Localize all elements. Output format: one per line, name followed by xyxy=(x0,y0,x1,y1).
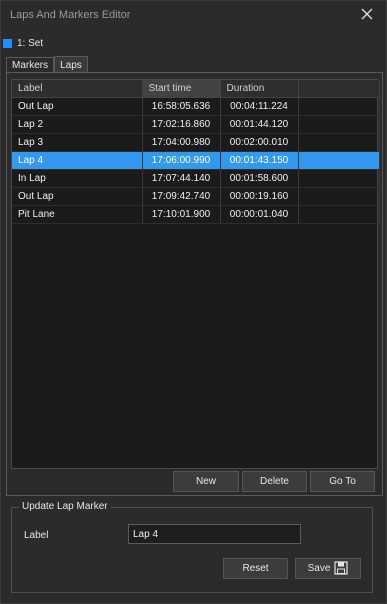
window-title: Laps And Markers Editor xyxy=(10,9,131,21)
cell-label: Lap 2 xyxy=(12,115,143,134)
cell-duration: 00:00:01.040 xyxy=(220,205,299,224)
close-icon[interactable] xyxy=(359,6,375,22)
set-label: 1: Set xyxy=(17,37,44,49)
set-indicator: 1: Set xyxy=(3,37,43,49)
title-bar: Laps And Markers Editor xyxy=(1,1,386,29)
laps-table[interactable]: Label Start time Duration Out Lap 16:58:0… xyxy=(11,79,380,469)
cell-filler xyxy=(298,133,380,152)
cell-label: Lap 4 xyxy=(12,151,143,170)
cell-start-time: 17:06:00.990 xyxy=(142,151,221,170)
cell-label: In Lap xyxy=(12,169,143,188)
cell-label: Out Lap xyxy=(12,187,143,206)
cell-filler xyxy=(298,97,380,116)
new-button[interactable]: New xyxy=(173,471,239,492)
delete-button[interactable]: Delete xyxy=(242,471,307,492)
save-button-label: Save xyxy=(307,563,331,574)
cell-start-time: 16:58:05.636 xyxy=(142,97,221,116)
column-header-duration[interactable]: Duration xyxy=(220,80,299,98)
cell-label: Lap 3 xyxy=(12,133,143,152)
cell-start-time: 17:04:00.980 xyxy=(142,133,221,152)
label-field-caption: Label xyxy=(24,530,49,541)
cell-duration: 00:01:44.120 xyxy=(220,115,299,134)
cell-filler xyxy=(298,187,380,206)
cell-filler xyxy=(298,151,380,170)
cell-start-time: 17:09:42.740 xyxy=(142,187,221,206)
table-row[interactable]: Out Lap 16:58:05.636 00:04:11.224 xyxy=(12,97,380,116)
cell-start-time: 17:10:01.900 xyxy=(142,205,221,224)
set-color-swatch xyxy=(3,38,12,48)
tab-markers[interactable]: Markers xyxy=(6,57,55,73)
cell-duration: 00:00:19.160 xyxy=(220,187,299,206)
group-title: Update Lap Marker xyxy=(19,501,111,512)
table-row[interactable]: Out Lap 17:09:42.740 00:00:19.160 xyxy=(12,187,380,206)
laps-tab-panel: Label Start time Duration Out Lap 16:58:0… xyxy=(6,72,383,496)
cell-start-time: 17:02:16.860 xyxy=(142,115,221,134)
table-row[interactable]: Lap 3 17:04:00.980 00:02:00.010 xyxy=(12,133,380,152)
save-button[interactable]: Save xyxy=(295,558,361,579)
column-header-filler xyxy=(298,80,380,98)
label-field[interactable] xyxy=(128,524,301,544)
cell-duration: 00:01:43.150 xyxy=(220,151,299,170)
cell-label: Out Lap xyxy=(12,97,143,116)
column-header-label[interactable]: Label xyxy=(12,80,143,98)
cell-label: Pit Lane xyxy=(12,205,143,224)
table-row[interactable]: In Lap 17:07:44.140 00:01:58.600 xyxy=(12,169,380,188)
cell-duration: 00:04:11.224 xyxy=(220,97,299,116)
cell-filler xyxy=(298,205,380,224)
reset-button[interactable]: Reset xyxy=(223,558,288,579)
cell-duration: 00:02:00.010 xyxy=(220,133,299,152)
tab-laps[interactable]: Laps xyxy=(54,56,88,73)
cell-start-time: 17:07:44.140 xyxy=(142,169,221,188)
floppy-disk-icon xyxy=(334,561,348,575)
table-header-row: Label Start time Duration xyxy=(12,80,380,98)
cell-duration: 00:01:58.600 xyxy=(220,169,299,188)
tab-strip: Markers Laps xyxy=(6,56,88,73)
go-to-button[interactable]: Go To xyxy=(310,471,375,492)
column-header-start-time[interactable]: Start time xyxy=(142,80,221,98)
update-lap-marker-group: Update Lap Marker Label Reset Save xyxy=(11,501,373,593)
table-row[interactable]: Lap 2 17:02:16.860 00:01:44.120 xyxy=(12,115,380,134)
cell-filler xyxy=(298,169,380,188)
cell-filler xyxy=(298,115,380,134)
laps-markers-editor-window: Laps And Markers Editor 1: Set Markers L… xyxy=(0,0,387,604)
table-row[interactable]: Pit Lane 17:10:01.900 00:00:01.040 xyxy=(12,205,380,224)
table-row[interactable]: Lap 4 17:06:00.990 00:01:43.150 xyxy=(12,151,380,170)
